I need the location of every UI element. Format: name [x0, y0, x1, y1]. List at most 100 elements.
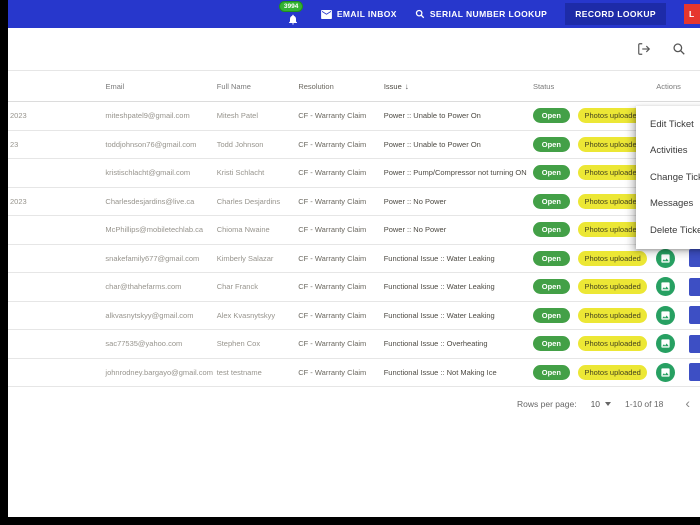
notifications-button[interactable]: 3994	[283, 1, 303, 27]
table-row[interactable]: McPhillips@mobiletechlab.ca Chioma Nwain…	[8, 216, 700, 245]
table-row[interactable]: alkvasnytskyy@gmail.com Alex Kvasnytskyy…	[8, 302, 700, 331]
actions-cell	[654, 277, 700, 296]
photos-cell: Photos uploaded	[578, 365, 654, 380]
more-actions-button[interactable]	[689, 278, 700, 296]
full-name-cell: Kristi Schlacht	[217, 168, 299, 177]
table-row[interactable]: 23 toddjohnson76@gmail.com Todd Johnson …	[8, 131, 700, 160]
table-row[interactable]: char@thahefarms.com Char Franck CF - War…	[8, 273, 700, 302]
image-icon	[660, 310, 671, 321]
email-cell: alkvasnytskyy@gmail.com	[105, 311, 216, 320]
table-row[interactable]: johnrodney.bargayo@gmail.com test testna…	[8, 359, 700, 388]
photos-uploaded-badge: Photos uploaded	[578, 365, 646, 380]
status-cell: Open	[533, 251, 579, 266]
sort-descending-icon: ↓	[405, 82, 409, 91]
photos-cell: Photos uploaded	[578, 251, 654, 266]
issue-header-label: Issue	[384, 82, 402, 91]
previous-page-button[interactable]: ‹	[677, 396, 698, 412]
status-cell: Open	[533, 279, 579, 294]
status-cell: Open	[533, 308, 579, 323]
image-icon	[660, 281, 671, 292]
table-footer: Rows per page: 10 1-10 of 18 ‹	[8, 387, 700, 421]
top-navigation-bar: 3994 EMAIL INBOX SERIAL NUMBER LOOKUP RE…	[8, 0, 700, 28]
view-photos-action-button[interactable]	[656, 277, 675, 296]
more-actions-button[interactable]	[689, 306, 700, 324]
record-lookup-button[interactable]: RECORD LOOKUP	[565, 3, 666, 25]
table-row[interactable]: kristischlacht@gmail.com Kristi Schlacht…	[8, 159, 700, 188]
view-photos-action-button[interactable]	[656, 334, 675, 353]
full-name-cell: Stephen Cox	[217, 339, 299, 348]
table-row[interactable]: 2023 miteshpatel9@gmail.com Mitesh Patel…	[8, 102, 700, 131]
column-header-status[interactable]: Status	[533, 82, 579, 91]
search-button[interactable]	[672, 42, 686, 56]
issue-cell: Functional Issue :: Water Leaking	[384, 311, 533, 320]
resolution-cell: CF - Warranty Claim	[298, 339, 383, 348]
rows-per-page-select[interactable]: 10	[591, 399, 611, 409]
more-actions-button[interactable]	[689, 335, 700, 353]
created-date-cell: 23	[8, 140, 105, 149]
actions-cell	[654, 306, 700, 325]
resolution-cell: CF - Warranty Claim	[298, 197, 383, 206]
menu-item-edit-ticket[interactable]: Edit Ticket	[636, 111, 700, 138]
menu-item-change-ticket[interactable]: Change Ticket	[636, 164, 700, 191]
export-button[interactable]	[636, 42, 652, 56]
table-header-row: Email Full Name Resolution Issue ↓ Statu…	[8, 71, 700, 102]
table-row[interactable]: sac77535@yahoo.com Stephen Cox CF - Warr…	[8, 330, 700, 359]
status-cell: Open	[533, 194, 579, 209]
more-actions-button[interactable]	[689, 249, 700, 267]
actions-cell	[654, 249, 700, 268]
more-actions-button[interactable]	[689, 363, 700, 381]
serial-number-lookup-label: SERIAL NUMBER LOOKUP	[430, 9, 547, 19]
view-photos-action-button[interactable]	[656, 306, 675, 325]
menu-item-messages[interactable]: Messages	[636, 191, 700, 218]
status-open-badge: Open	[533, 108, 570, 123]
table-row[interactable]: 2023 Charlesdesjardins@live.ca Charles D…	[8, 188, 700, 217]
column-header-issue[interactable]: Issue ↓	[384, 82, 533, 91]
view-photos-action-button[interactable]	[656, 249, 675, 268]
status-open-badge: Open	[533, 137, 570, 152]
view-photos-action-button[interactable]	[656, 363, 675, 382]
status-open-badge: Open	[533, 308, 570, 323]
photos-cell: Photos uploaded	[578, 336, 654, 351]
logout-button[interactable]: L	[684, 4, 700, 24]
full-name-cell: Alex Kvasnytskyy	[217, 311, 299, 320]
export-icon	[636, 42, 652, 56]
email-cell: McPhillips@mobiletechlab.ca	[105, 225, 216, 234]
serial-number-lookup-button[interactable]: SERIAL NUMBER LOOKUP	[415, 9, 547, 19]
email-inbox-button[interactable]: EMAIL INBOX	[321, 9, 397, 19]
pagination-range-label: 1-10 of 18	[625, 399, 663, 409]
issue-cell: Functional Issue :: Not Making Ice	[384, 368, 533, 377]
notification-count-badge: 3994	[279, 1, 303, 12]
photos-cell: Photos uploaded	[578, 279, 654, 294]
issue-cell: Power :: Unable to Power On	[384, 140, 533, 149]
menu-item-delete-ticket[interactable]: Delete Ticket	[636, 217, 700, 244]
resolution-cell: CF - Warranty Claim	[298, 282, 383, 291]
column-header-full-name[interactable]: Full Name	[217, 82, 299, 91]
search-icon	[672, 42, 686, 56]
actions-cell	[654, 334, 700, 353]
email-cell: johnrodney.bargayo@gmail.com	[105, 368, 216, 377]
table-toolbar	[8, 28, 700, 71]
column-header-resolution[interactable]: Resolution	[298, 82, 384, 91]
resolution-cell: CF - Warranty Claim	[298, 254, 383, 263]
full-name-cell: Kimberly Salazar	[217, 254, 299, 263]
column-header-actions: Actions	[654, 82, 700, 91]
menu-item-activities[interactable]: Activities	[636, 138, 700, 165]
search-icon	[415, 9, 425, 19]
status-cell: Open	[533, 165, 579, 180]
resolution-cell: CF - Warranty Claim	[298, 168, 383, 177]
rows-per-page-value: 10	[591, 399, 600, 409]
status-cell: Open	[533, 222, 579, 237]
photos-uploaded-badge: Photos uploaded	[578, 251, 646, 266]
issue-cell: Power :: No Power	[384, 197, 533, 206]
issue-cell: Power :: No Power	[384, 225, 533, 234]
created-date-cell: 2023	[8, 111, 105, 120]
status-cell: Open	[533, 365, 579, 380]
photos-cell: Photos uploaded	[578, 308, 654, 323]
resolution-cell: CF - Warranty Claim	[298, 111, 383, 120]
status-cell: Open	[533, 137, 579, 152]
full-name-cell: Charles Desjardins	[217, 197, 299, 206]
table-row[interactable]: snakefamily677@gmail.com Kimberly Salaza…	[8, 245, 700, 274]
issue-cell: Functional Issue :: Water Leaking	[384, 254, 533, 263]
column-header-email[interactable]: Email	[105, 82, 216, 91]
email-cell: snakefamily677@gmail.com	[105, 254, 216, 263]
